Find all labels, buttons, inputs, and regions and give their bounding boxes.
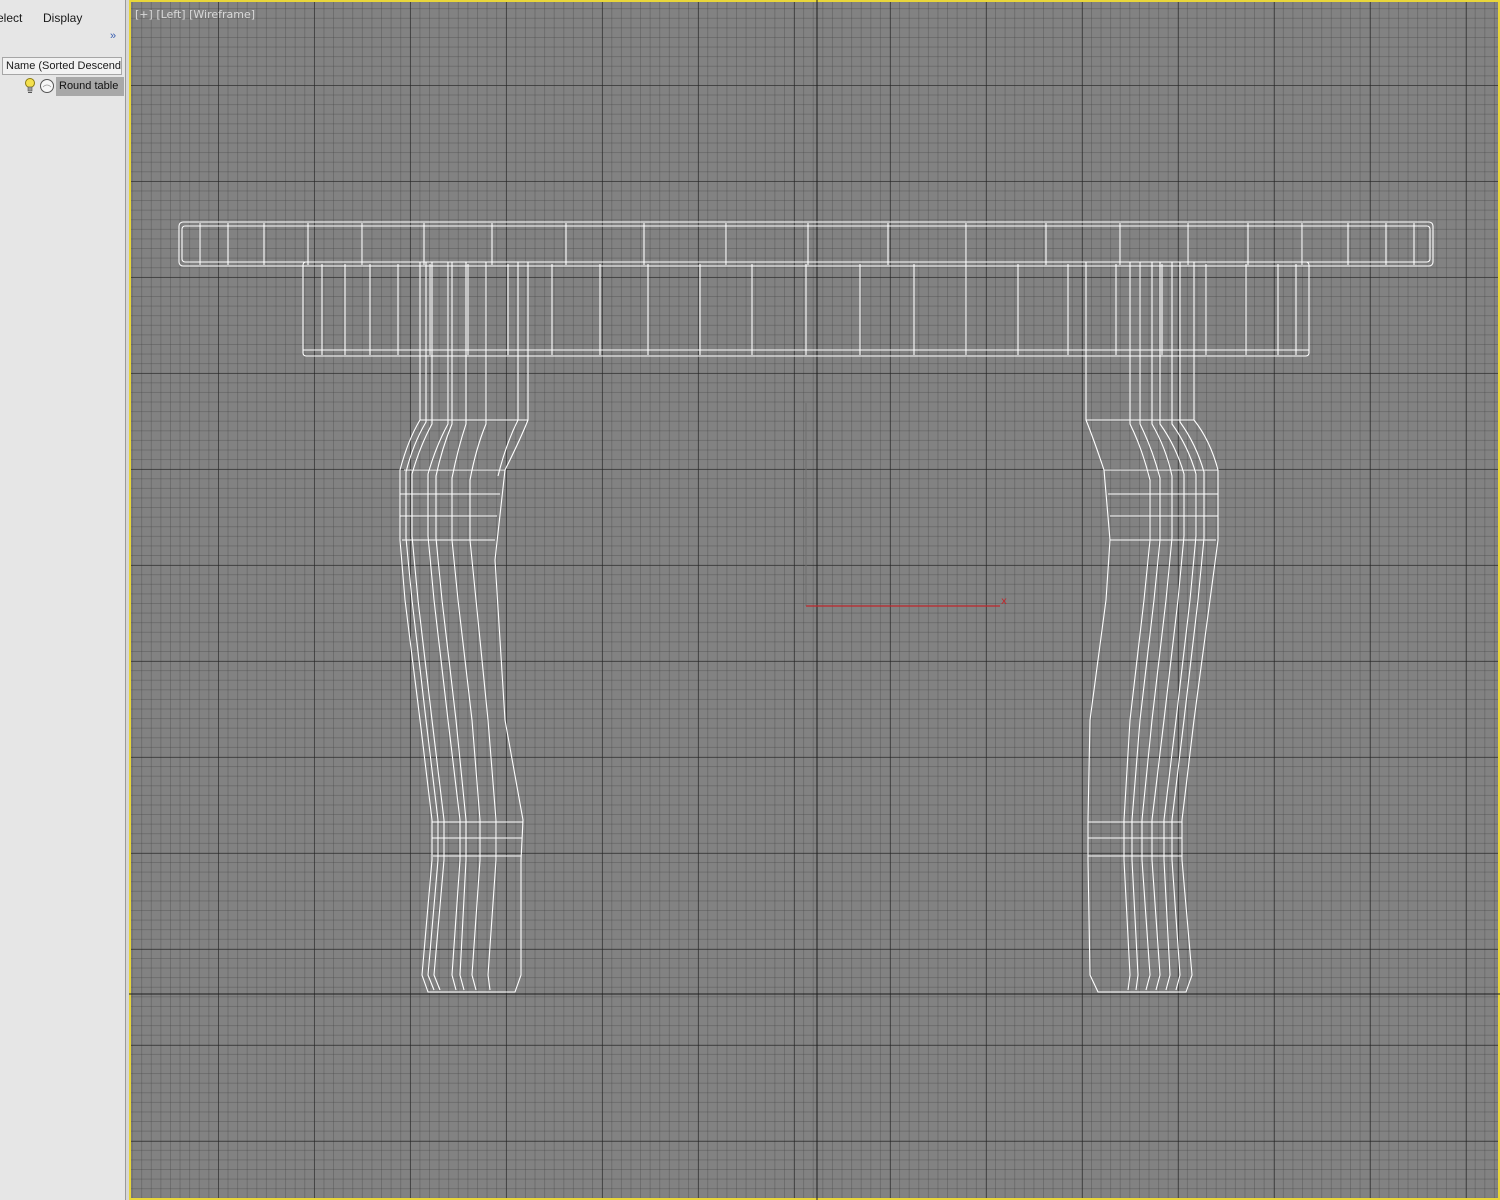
- apron: [302, 261, 1310, 357]
- viewport-label[interactable]: [+] [Left] [Wireframe]: [135, 8, 255, 21]
- double-chevron-right-icon[interactable]: »: [110, 30, 116, 42]
- menu-display[interactable]: Display: [43, 11, 82, 25]
- table-leg-right: [1085, 262, 1219, 993]
- lightbulb-icon[interactable]: [23, 77, 37, 100]
- object-name-round-table[interactable]: Round table: [56, 77, 124, 96]
- x-axis-label: x: [1001, 596, 1007, 607]
- viewport-plus-menu[interactable]: [+]: [135, 8, 153, 21]
- viewport-shading-menu[interactable]: [Wireframe]: [189, 8, 255, 21]
- list-item[interactable]: Round table: [2, 77, 124, 99]
- tabletop: [178, 221, 1434, 267]
- viewport-point-of-view-menu[interactable]: [Left]: [156, 8, 185, 21]
- scene-explorer-panel: elect Display » Name (Sorted Descendin R…: [0, 0, 126, 1200]
- viewport-scene: x: [129, 0, 1500, 1200]
- viewport-left-wireframe[interactable]: x [+] [Left] [Wireframe]: [129, 0, 1500, 1200]
- round-table-wireframe: [178, 221, 1434, 993]
- teapot-render-icon[interactable]: [39, 78, 55, 99]
- menu-select[interactable]: elect: [0, 11, 22, 25]
- transform-gizmo[interactable]: x: [805, 403, 1007, 607]
- column-header-name[interactable]: Name (Sorted Descendin: [2, 57, 122, 75]
- table-leg-left: [399, 262, 529, 993]
